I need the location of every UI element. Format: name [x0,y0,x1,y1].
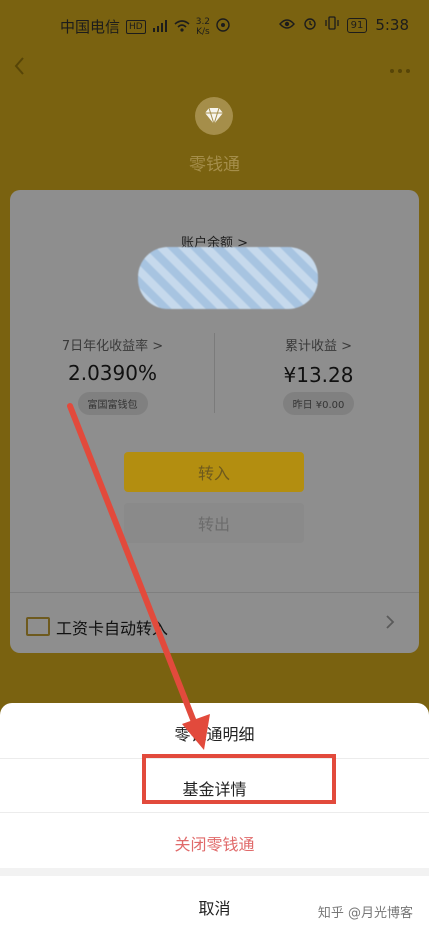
watermark: 知乎 @月光博客 [317,906,413,921]
annotation-arrow [67,403,210,750]
